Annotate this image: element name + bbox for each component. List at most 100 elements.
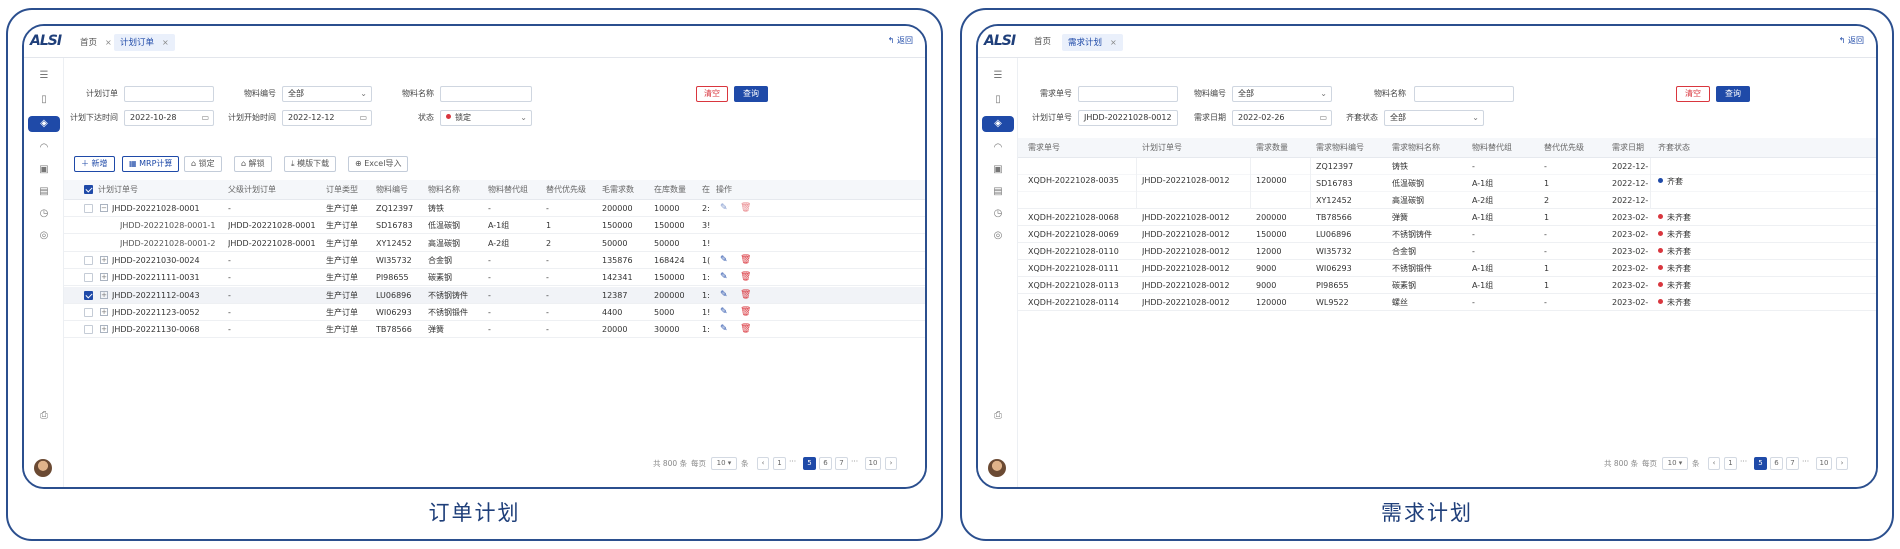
page-button-current[interactable]: 5 bbox=[803, 457, 816, 470]
page-button[interactable]: 6 bbox=[819, 457, 832, 470]
table-row[interactable]: + JHDD-20221123-0052 - 生产订单 WI06293 不锈钢锻件 - - 44… bbox=[64, 304, 925, 321]
demand-date-input[interactable]: 2022-02-26 ▭ bbox=[1232, 110, 1332, 126]
page-button[interactable]: 10 bbox=[865, 457, 881, 470]
tab-home[interactable]: 首页 bbox=[1028, 34, 1057, 51]
expand-icon[interactable]: + bbox=[100, 255, 108, 264]
table-row[interactable]: + JHDD-20221111-0031 - 生产订单 PI98655 碳素钢 - - 1423… bbox=[64, 269, 925, 287]
excel-import-button[interactable]: ⊕ Excel导入 bbox=[348, 156, 409, 172]
page-button-current[interactable]: 5 bbox=[1754, 457, 1767, 470]
query-button[interactable]: 查询 bbox=[734, 86, 768, 102]
table-row[interactable]: XY12452 高温碳钢 A-2组 2 2022-12- bbox=[1018, 192, 1876, 209]
page-button[interactable]: 1 bbox=[1724, 457, 1737, 470]
clock-icon[interactable]: ◷ bbox=[34, 206, 54, 222]
expand-icon[interactable]: − bbox=[100, 204, 108, 212]
table-row[interactable]: JHDD-20221028-0001-2 JHDD-20221028-0001 生产… bbox=[64, 235, 925, 252]
delete-icon[interactable]: 🗑 bbox=[740, 269, 751, 286]
document-icon[interactable]: ▯ bbox=[988, 92, 1008, 108]
tab-plan-order[interactable]: 计划订单 × bbox=[114, 34, 175, 51]
page-button[interactable]: 7 bbox=[835, 457, 848, 470]
calendar-icon[interactable]: ▤ bbox=[988, 184, 1008, 200]
row-checkbox[interactable] bbox=[84, 290, 93, 300]
start-time-input[interactable]: 2022-12-12 ▭ bbox=[282, 110, 372, 126]
shield-icon[interactable]: ◈ bbox=[982, 116, 1014, 132]
avatar[interactable] bbox=[988, 459, 1006, 477]
page-button[interactable]: 7 bbox=[1786, 457, 1799, 470]
calendar-icon[interactable]: ▣ bbox=[34, 162, 54, 178]
table-row[interactable]: + JHDD-20221030-0024 - 生产订单 WI35732 合金钢 - - 1358… bbox=[64, 252, 925, 269]
delete-icon[interactable]: 🗑 bbox=[740, 321, 751, 338]
edit-icon[interactable]: ✎ bbox=[720, 269, 728, 286]
back-button[interactable]: ↰ 返回 bbox=[1839, 35, 1864, 46]
table-row[interactable]: XQDH-20221028-0114 JHDD-20221028-0012 1200… bbox=[1018, 294, 1876, 311]
plan-order-input[interactable]: JHDD-20221028-0012 bbox=[1078, 110, 1178, 126]
table-row[interactable]: XQDH-20221028-0113 JHDD-20221028-0012 9000… bbox=[1018, 277, 1876, 294]
menu-icon[interactable]: ☰ bbox=[34, 68, 54, 84]
row-checkbox[interactable] bbox=[84, 307, 93, 317]
edit-icon[interactable]: ✎ bbox=[720, 321, 728, 338]
table-row[interactable]: ZQ12397 铸铁 - - 2022-12- bbox=[1018, 158, 1876, 175]
edit-icon[interactable]: ✎ bbox=[720, 252, 728, 269]
menu-icon[interactable]: ☰ bbox=[988, 68, 1008, 84]
row-checkbox[interactable] bbox=[84, 273, 93, 283]
table-row[interactable]: XQDH-20221028-0069 JHDD-20221028-0012 1500… bbox=[1018, 226, 1876, 243]
expand-icon[interactable]: + bbox=[100, 307, 108, 316]
template-download-button[interactable]: ⤓ 模版下载 bbox=[284, 156, 337, 172]
delete-icon[interactable]: 🗑 bbox=[740, 304, 751, 321]
page-button[interactable]: 1 bbox=[773, 457, 786, 470]
table-row[interactable]: + JHDD-20221112-0043 - 生产订单 LU06896 不锈钢铸件 - - 12… bbox=[64, 286, 925, 304]
expand-icon[interactable]: + bbox=[100, 273, 108, 282]
prev-page-button[interactable]: ‹ bbox=[1708, 457, 1720, 470]
next-page-button[interactable]: › bbox=[885, 457, 897, 470]
edit-icon[interactable]: ✎ bbox=[720, 200, 728, 217]
add-button[interactable]: ＋ 新增 bbox=[74, 156, 115, 172]
mrp-button[interactable]: ▦ MRP计算 bbox=[122, 156, 180, 172]
clock-icon[interactable]: ◷ bbox=[988, 206, 1008, 222]
table-row[interactable]: + JHDD-20221130-0068 - 生产订单 TB78566 弹簧 - - 20000… bbox=[64, 321, 925, 339]
tab-demand-plan[interactable]: 需求计划 × bbox=[1062, 34, 1123, 51]
row-checkbox[interactable] bbox=[84, 204, 93, 213]
clear-button[interactable]: 清空 bbox=[1676, 86, 1710, 102]
next-page-button[interactable]: › bbox=[1836, 457, 1848, 470]
table-row[interactable]: − JHDD-20221028-0001 - 生产订单 ZQ12397 铸铁 - - 20000… bbox=[64, 200, 925, 217]
page-button[interactable]: 10 bbox=[1816, 457, 1832, 470]
back-button[interactable]: ↰ 返回 bbox=[888, 35, 913, 46]
print-icon[interactable]: ⎙ bbox=[988, 408, 1008, 424]
tab-home[interactable]: 首页 × bbox=[74, 34, 118, 51]
close-icon[interactable]: × bbox=[105, 38, 112, 47]
delete-icon[interactable]: 🗑 bbox=[740, 200, 751, 217]
per-page-select[interactable]: 10 ▾ bbox=[1662, 457, 1688, 470]
dashboard-icon[interactable]: ◠ bbox=[988, 140, 1008, 156]
per-page-select[interactable]: 10 ▾ bbox=[711, 457, 737, 470]
select-all-checkbox[interactable] bbox=[84, 185, 93, 194]
status-select[interactable]: 锁定 ⌄ bbox=[440, 110, 532, 126]
expand-icon[interactable]: + bbox=[100, 325, 108, 334]
calendar-icon[interactable]: ▤ bbox=[34, 184, 54, 200]
edit-icon[interactable]: ✎ bbox=[720, 304, 728, 321]
delete-icon[interactable]: 🗑 bbox=[740, 252, 751, 269]
calendar-icon[interactable]: ▣ bbox=[988, 162, 1008, 178]
material-name-input[interactable] bbox=[440, 86, 532, 102]
settings-icon[interactable]: ◎ bbox=[34, 228, 54, 244]
kit-status-select[interactable]: 全部 ⌄ bbox=[1384, 110, 1484, 126]
row-checkbox[interactable] bbox=[84, 255, 93, 265]
expand-icon[interactable]: + bbox=[100, 290, 108, 299]
print-icon[interactable]: ⎙ bbox=[34, 408, 54, 424]
demand-no-input[interactable] bbox=[1078, 86, 1178, 102]
material-name-input[interactable] bbox=[1414, 86, 1514, 102]
lock-button[interactable]: ⌂ 锁定 bbox=[184, 156, 222, 172]
unlock-button[interactable]: ⌂ 解锁 bbox=[234, 156, 272, 172]
query-button[interactable]: 查询 bbox=[1716, 86, 1750, 102]
close-icon[interactable]: × bbox=[162, 38, 169, 47]
row-checkbox[interactable] bbox=[84, 325, 93, 335]
clear-button[interactable]: 清空 bbox=[696, 86, 728, 102]
table-row[interactable]: XQDH-20221028-0111 JHDD-20221028-0012 9000… bbox=[1018, 260, 1876, 277]
delete-icon[interactable]: 🗑 bbox=[740, 287, 751, 304]
issue-time-input[interactable]: 2022-10-28 ▭ bbox=[124, 110, 214, 126]
table-row[interactable]: XQDH-20221028-0110 JHDD-20221028-0012 1200… bbox=[1018, 243, 1876, 260]
settings-icon[interactable]: ◎ bbox=[988, 228, 1008, 244]
table-row[interactable]: XQDH-20221028-0068 JHDD-20221028-0012 2000… bbox=[1018, 209, 1876, 226]
avatar[interactable] bbox=[34, 459, 52, 477]
page-button[interactable]: 6 bbox=[1770, 457, 1783, 470]
table-row[interactable]: JHDD-20221028-0001-1 JHDD-20221028-0001 生产… bbox=[64, 217, 925, 235]
dashboard-icon[interactable]: ◠ bbox=[34, 140, 54, 156]
